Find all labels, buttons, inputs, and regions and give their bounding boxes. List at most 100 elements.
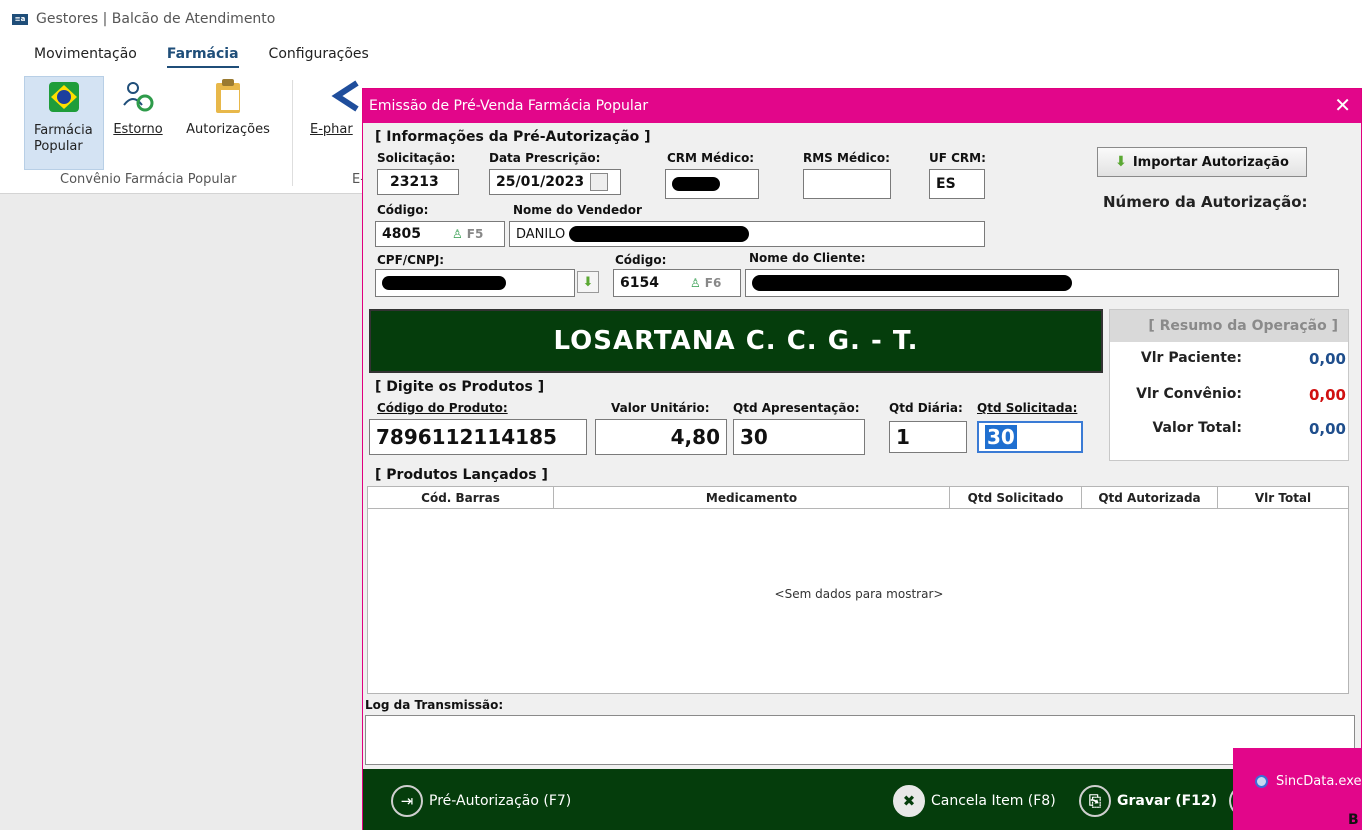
resumo-operacao-panel: [ Resumo da Operação ] Vlr Paciente: 0,0… xyxy=(1109,309,1349,461)
autorizacoes-button[interactable]: Autorizações xyxy=(178,76,278,138)
notification-popup[interactable]: SincData.exe B xyxy=(1233,748,1362,830)
dialog-title-bar: Emissão de Pré-Venda Farmácia Popular ✕ xyxy=(363,89,1361,123)
qtd-apresentacao-label: Qtd Apresentação: xyxy=(733,401,860,415)
produtos-lancados-grid[interactable]: Cód. Barras Medicamento Qtd Solicitado Q… xyxy=(367,486,1349,694)
qtd-solicitada-label: Qtd Solicitada: xyxy=(977,401,1078,415)
uf-crm-label: UF CRM: xyxy=(929,151,986,165)
ribbon-separator xyxy=(292,80,293,186)
codigo-vendedor-label: Código: xyxy=(377,203,429,217)
pre-venda-dialog: Emissão de Pré-Venda Farmácia Popular ✕ … xyxy=(362,88,1362,830)
codigo-cliente-value: 6154 xyxy=(620,275,659,291)
f6-label: F6 xyxy=(704,276,722,290)
nome-vendedor-field[interactable]: DANILO xyxy=(509,221,985,247)
group-label-farmacia-popular: Convênio Farmácia Popular xyxy=(60,172,237,187)
qtd-solicitada-field[interactable]: 30 xyxy=(977,421,1083,453)
redacted-cliente xyxy=(752,275,1072,291)
notification-text: B xyxy=(1348,812,1359,828)
produtos-section-title: [ Digite os Produtos ] xyxy=(375,379,545,395)
log-transmissao-box xyxy=(365,715,1355,765)
dialog-title: Emissão de Pré-Venda Farmácia Popular xyxy=(369,98,649,114)
notification-title-row: SincData.exe xyxy=(1255,774,1361,789)
numero-autorizacao-label: Número da Autorização: xyxy=(1103,193,1308,211)
qtd-solicitada-value: 30 xyxy=(985,425,1017,449)
app-title-bar: ≡a Gestores | Balcão de Atendimento xyxy=(12,9,275,29)
valor-total-label: Valor Total: xyxy=(1152,420,1242,436)
codigo-produto-label: Código do Produto: xyxy=(377,401,508,415)
data-prescricao-value: 25/01/2023 xyxy=(496,174,585,190)
importar-autorizacao-button[interactable]: ⬇ Importar Autorização xyxy=(1097,147,1307,177)
data-prescricao-label: Data Prescrição: xyxy=(489,151,601,165)
gravar-label: Gravar (F12) xyxy=(1117,793,1218,809)
download-cpf-icon[interactable]: ⬇ xyxy=(577,271,599,293)
codigo-cliente-label: Código: xyxy=(615,253,667,267)
codigo-vendedor-value: 4805 xyxy=(382,226,421,242)
calendar-icon[interactable] xyxy=(590,173,609,191)
col-vlr-total[interactable]: Vlr Total xyxy=(1218,487,1348,508)
cpf-label: CPF/CNPJ: xyxy=(377,253,445,267)
app-title: Gestores | Balcão de Atendimento xyxy=(36,11,276,27)
notification-title: SincData.exe xyxy=(1276,774,1362,789)
solicitacao-label: Solicitação: xyxy=(377,151,456,165)
nome-vendedor-label: Nome do Vendedor xyxy=(513,203,642,217)
f5-label: F5 xyxy=(466,227,484,241)
brazil-flag-icon xyxy=(44,77,84,117)
qtd-diaria-field[interactable]: 1 xyxy=(889,421,967,453)
redacted-vendedor xyxy=(569,226,750,242)
clipboard-icon xyxy=(208,76,248,116)
close-icon[interactable]: ✕ xyxy=(1334,94,1351,116)
e-pharma-button[interactable]: E-phar xyxy=(310,76,364,138)
qtd-apresentacao-field[interactable]: 30 xyxy=(733,419,865,455)
autorizacoes-label: Autorizações xyxy=(186,122,270,137)
redacted-crm xyxy=(672,177,720,191)
importar-autorizacao-label: Importar Autorização xyxy=(1132,154,1289,170)
login-arrow-icon: ⇥ xyxy=(391,785,423,817)
rms-medico-label: RMS Médico: xyxy=(803,151,890,165)
vlr-paciente-value: 0,00 xyxy=(1308,350,1346,368)
col-cod-barras[interactable]: Cód. Barras xyxy=(368,487,554,508)
col-qtd-solicitado[interactable]: Qtd Solicitado xyxy=(950,487,1082,508)
cancel-icon: ✖ xyxy=(893,785,925,817)
tab-farmacia[interactable]: Farmácia xyxy=(166,46,239,69)
search-cliente-button[interactable]: ♙ F6 xyxy=(690,276,721,290)
menu-tabs: Movimentação Farmácia Configurações xyxy=(34,46,369,69)
col-qtd-autorizada[interactable]: Qtd Autorizada xyxy=(1082,487,1218,508)
save-icon: ⎘ xyxy=(1079,785,1111,817)
nome-vendedor-value: DANILO xyxy=(516,226,566,242)
col-medicamento[interactable]: Medicamento xyxy=(554,487,950,508)
crm-medico-field[interactable] xyxy=(665,169,759,199)
codigo-vendedor-field[interactable]: 4805 ♙ F5 xyxy=(375,221,505,247)
resumo-title: [ Resumo da Operação ] xyxy=(1110,310,1348,342)
codigo-produto-field[interactable]: 7896112114185 xyxy=(369,419,587,455)
tab-configuracoes[interactable]: Configurações xyxy=(269,46,369,69)
redacted-cpf xyxy=(382,276,506,290)
codigo-cliente-field[interactable]: 6154 ♙ F6 xyxy=(613,269,741,297)
cancela-item-button[interactable]: ✖ Cancela Item (F8) xyxy=(893,785,1056,817)
tab-movimentacao[interactable]: Movimentação xyxy=(34,46,137,69)
data-prescricao-field[interactable]: 25/01/2023 xyxy=(489,169,621,195)
cpf-field[interactable] xyxy=(375,269,575,297)
e-pharma-icon xyxy=(324,76,364,116)
log-label: Log da Transmissão: xyxy=(365,698,504,712)
workspace-background xyxy=(0,194,364,830)
rms-medico-field[interactable] xyxy=(803,169,891,199)
dialog-footer: ⇥ Pré-Autorização (F7) ✖ Cancela Item (F… xyxy=(363,769,1361,830)
e-pharma-label: E-phar xyxy=(310,122,353,137)
farmacia-popular-button[interactable]: Farmácia Popular xyxy=(24,76,104,170)
gravar-button[interactable]: ⎘ Gravar (F12) xyxy=(1079,785,1217,817)
estorno-button[interactable]: Estorno xyxy=(108,76,168,138)
nome-cliente-field[interactable] xyxy=(745,269,1339,297)
estorno-label: Estorno xyxy=(113,122,163,137)
search-vendedor-button[interactable]: ♙ F5 xyxy=(452,227,483,241)
solicitacao-field[interactable]: 23213 xyxy=(377,169,459,195)
users-refresh-icon xyxy=(118,76,158,116)
valor-unitario-field[interactable]: 4,80 xyxy=(595,419,727,455)
lancados-section-title: [ Produtos Lançados ] xyxy=(375,467,548,483)
cancela-item-label: Cancela Item (F8) xyxy=(931,793,1056,809)
product-name-banner: LOSARTANA C. C. G. - T. xyxy=(369,309,1103,373)
vlr-paciente-label: Vlr Paciente: xyxy=(1140,350,1242,366)
crm-medico-label: CRM Médico: xyxy=(667,151,755,165)
uf-crm-field[interactable]: ES xyxy=(929,169,985,199)
pre-autorizacao-button[interactable]: ⇥ Pré-Autorização (F7) xyxy=(391,785,571,817)
qtd-diaria-label: Qtd Diária: xyxy=(889,401,963,415)
pre-auth-section-title: [ Informações da Pré-Autorização ] xyxy=(375,129,651,145)
